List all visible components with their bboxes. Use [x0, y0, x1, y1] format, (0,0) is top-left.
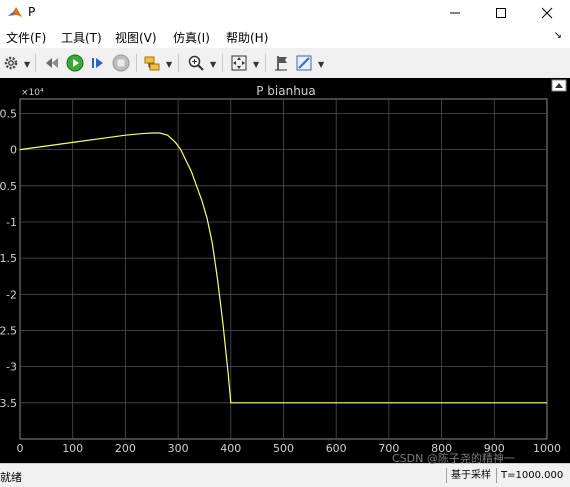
y-tick-label: -1 [6, 216, 17, 229]
toolbar-separator [265, 54, 266, 72]
menu-view[interactable]: 视图(V) [115, 29, 157, 46]
toolbar-separator [136, 54, 137, 72]
highlight-block-icon [144, 56, 160, 71]
undock-arrow-icon[interactable]: ↘ [554, 30, 562, 41]
maximize-button[interactable] [478, 0, 524, 26]
watermark: CSDN @陈子尧的精神一 [392, 452, 515, 465]
cursor-measurements-button[interactable] [271, 52, 291, 74]
menu-file[interactable]: 文件(F) [6, 29, 46, 46]
sim-time-label: T=1000.000 [496, 468, 570, 483]
toolbar: ▼ ▼ ▼ ▼ ▼ [0, 48, 570, 79]
status-bar: 就绪 CSDN @陈子尧的精神一 基于采样 T=1000.000 [0, 452, 570, 487]
menu-help[interactable]: 帮助(H) [226, 29, 268, 46]
title-bar: P [0, 0, 570, 26]
fit-to-view-button[interactable] [229, 52, 249, 74]
x-tick-label: 400 [220, 442, 241, 455]
close-icon [541, 7, 553, 19]
x-tick-label: 1000 [533, 442, 561, 455]
y-tick-label: -0.5 [0, 180, 17, 193]
y-tick-label: -2.5 [0, 324, 17, 337]
menu-bar: 文件(F) 工具(T) 视图(V) 仿真(I) 帮助(H) ↘ [0, 26, 570, 48]
cursor-measurements-icon [275, 56, 287, 71]
status-text: 就绪 [0, 471, 22, 484]
y-tick-label: -3 [6, 361, 17, 374]
style-dropdown-icon[interactable]: ▼ [318, 60, 324, 69]
x-tick-label: 100 [62, 442, 83, 455]
y-tick-label: 0.5 [0, 107, 17, 120]
settings-dropdown-icon[interactable]: ▼ [24, 60, 30, 69]
scope-display: P bianhua ×10⁴ 0 100 200 300 400 500 600 700 800… [0, 78, 570, 463]
x-tick-label: 600 [326, 442, 347, 455]
run-icon [66, 54, 84, 72]
close-button[interactable] [524, 0, 570, 26]
zoom-icon [188, 55, 204, 71]
highlight-block-button[interactable] [142, 52, 162, 74]
stop-icon [112, 54, 130, 72]
window-title: P [28, 5, 36, 19]
toolbar-separator [178, 54, 179, 72]
gear-icon [4, 56, 18, 70]
y-tick-label: -1.5 [0, 252, 17, 265]
x-tick-label: 300 [168, 442, 189, 455]
minimize-button[interactable] [432, 0, 478, 26]
zoom-button[interactable] [186, 52, 206, 74]
y-tick-label: 0 [10, 144, 17, 157]
y-tick-label: -2 [6, 288, 17, 301]
step-forward-icon [92, 58, 103, 68]
x-tick-label: 200 [115, 442, 136, 455]
run-button[interactable] [65, 52, 85, 74]
step-back-icon [46, 58, 58, 68]
matlab-icon [7, 5, 23, 21]
toolbar-separator [35, 54, 36, 72]
fit-dropdown-icon[interactable]: ▼ [253, 60, 259, 69]
y-tick-label: -3.5 [0, 397, 17, 410]
y-axis-exponent: ×10⁴ [21, 88, 44, 98]
settings-button[interactable] [2, 52, 20, 74]
toolbar-separator [222, 54, 223, 72]
menu-simulation[interactable]: 仿真(I) [173, 29, 210, 46]
fit-to-view-icon [231, 55, 247, 71]
dock-figure-button[interactable] [551, 79, 567, 92]
style-icon [296, 55, 312, 71]
menu-tools[interactable]: 工具(T) [61, 29, 102, 46]
plot-title: P bianhua [256, 84, 316, 98]
highlight-dropdown-icon[interactable]: ▼ [166, 60, 172, 69]
zoom-dropdown-icon[interactable]: ▼ [210, 60, 216, 69]
x-tick-label: 0 [17, 442, 24, 455]
stop-button[interactable] [111, 52, 131, 74]
style-button[interactable] [294, 52, 314, 74]
sample-mode-label: 基于采样 [446, 468, 495, 483]
minimize-icon [450, 12, 460, 14]
maximize-icon [496, 8, 506, 18]
x-tick-label: 500 [273, 442, 294, 455]
step-back-button[interactable] [42, 52, 62, 74]
step-forward-button[interactable] [88, 52, 108, 74]
plot-canvas[interactable]: P bianhua ×10⁴ 0 100 200 300 400 500 600 700 800… [0, 78, 570, 463]
y-tick-labels: 0.5 0 -0.5 -1 -1.5 -2 -2.5 -3 -3.5 [0, 107, 17, 409]
